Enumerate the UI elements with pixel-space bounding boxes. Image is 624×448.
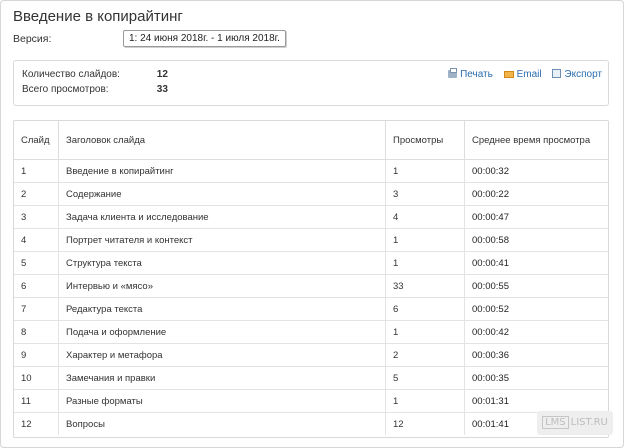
slide-number-cell: 2 (14, 182, 59, 206)
slide-title-cell: Редактура текста (58, 297, 386, 321)
table-row: 9 Характер и метафора 2 00:00:36 (14, 343, 608, 367)
table-row: 6 Интервью и «мясо» 33 00:00:55 (14, 274, 608, 298)
total-views-label: Всего просмотров: (22, 84, 109, 95)
views-cell: 1 (385, 228, 465, 252)
table-row: 4 Портрет читателя и контекст 1 00:00:58 (14, 228, 608, 252)
slide-title-cell: Содержание (58, 182, 386, 206)
table-row: 11 Разные форматы 1 00:01:31 (14, 389, 608, 413)
slide-number-cell: 1 (14, 159, 59, 183)
slide-title-cell: Подача и оформление (58, 320, 386, 344)
table-row: 2 Содержание 3 00:00:22 (14, 182, 608, 206)
views-cell: 12 (385, 412, 465, 435)
total-views-value: 33 (156, 84, 168, 95)
avg-time-cell: 00:00:55 (464, 274, 608, 298)
slide-count-label: Количество слайдов: (22, 69, 120, 80)
table-header-row: Слайд Заголовок слайда Просмотры Среднее… (14, 121, 608, 160)
views-cell: 5 (385, 366, 465, 390)
total-views-row: Всего просмотров: 33 (22, 84, 168, 95)
slide-title-cell: Структура текста (58, 251, 386, 275)
email-button[interactable]: Email (503, 69, 542, 80)
avg-time-cell: 00:01:31 (464, 389, 608, 413)
slide-number-cell: 4 (14, 228, 59, 252)
report-actions: Печать Email Экспорт (440, 68, 602, 80)
slide-title-cell: Интервью и «мясо» (58, 274, 386, 298)
slide-count-value: 12 (156, 69, 168, 80)
slide-number-cell: 3 (14, 205, 59, 229)
table-row: 5 Структура текста 1 00:00:41 (14, 251, 608, 275)
views-cell: 4 (385, 205, 465, 229)
email-label: Email (516, 69, 542, 80)
slide-number-cell: 10 (14, 366, 59, 390)
column-header-title[interactable]: Заголовок слайда (58, 121, 386, 160)
avg-time-cell: 00:00:47 (464, 205, 608, 229)
avg-time-cell: 00:00:41 (464, 251, 608, 275)
print-label: Печать (460, 69, 493, 80)
avg-time-cell: 00:00:58 (464, 228, 608, 252)
export-icon (552, 69, 562, 78)
views-cell: 1 (385, 389, 465, 413)
slide-title-cell: Характер и метафора (58, 343, 386, 367)
slide-title-cell: Разные форматы (58, 389, 386, 413)
slide-title-cell: Задача клиента и исследование (58, 205, 386, 229)
avg-time-cell: 00:00:22 (464, 182, 608, 206)
views-cell: 33 (385, 274, 465, 298)
watermark-suffix: LIST.RU (570, 417, 608, 428)
slide-title-cell: Вопросы (58, 412, 386, 435)
table-row: 1 Введение в копирайтинг 1 00:00:32 (14, 159, 608, 183)
views-cell: 1 (385, 320, 465, 344)
slide-number-cell: 7 (14, 297, 59, 321)
version-label: Версия: (13, 33, 52, 45)
print-button[interactable]: Печать (448, 68, 493, 80)
slide-number-cell: 5 (14, 251, 59, 275)
table-row: 3 Задача клиента и исследование 4 00:00:… (14, 205, 608, 229)
avg-time-cell: 00:00:36 (464, 343, 608, 367)
avg-time-cell: 00:00:42 (464, 320, 608, 344)
slide-title-cell: Портрет читателя и контекст (58, 228, 386, 252)
export-button[interactable]: Экспорт (552, 69, 602, 80)
views-cell: 1 (385, 159, 465, 183)
slide-title-cell: Замечания и правки (58, 366, 386, 390)
watermark-logo: LMS LIST.RU (537, 411, 613, 435)
export-label: Экспорт (564, 69, 602, 80)
slide-title-cell: Введение в копирайтинг (58, 159, 386, 183)
slide-number-cell: 8 (14, 320, 59, 344)
slide-number-cell: 12 (14, 412, 59, 435)
watermark-box-text: LMS (542, 416, 569, 429)
table-row: 12 Вопросы 12 00:01:41 (14, 412, 608, 435)
envelope-icon (503, 71, 514, 78)
views-cell: 6 (385, 297, 465, 321)
avg-time-cell: 00:00:52 (464, 297, 608, 321)
page-title: Введение в копирайтинг (13, 8, 183, 25)
slide-number-cell: 6 (14, 274, 59, 298)
avg-time-cell: 00:00:32 (464, 159, 608, 183)
printer-icon (448, 68, 458, 78)
table-row: 10 Замечания и правки 5 00:00:35 (14, 366, 608, 390)
views-cell: 3 (385, 182, 465, 206)
column-header-views[interactable]: Просмотры (385, 121, 465, 160)
column-header-avg-time[interactable]: Среднее время просмотра (464, 121, 608, 160)
version-select[interactable]: 1: 24 июня 2018г. - 1 июля 2018г. (123, 30, 286, 47)
column-header-slide[interactable]: Слайд (14, 121, 59, 160)
views-cell: 2 (385, 343, 465, 367)
slide-number-cell: 9 (14, 343, 59, 367)
avg-time-cell: 00:00:35 (464, 366, 608, 390)
table-row: 8 Подача и оформление 1 00:00:42 (14, 320, 608, 344)
table-row: 7 Редактура текста 6 00:00:52 (14, 297, 608, 321)
summary-box: Количество слайдов: 12 Всего просмотров:… (13, 60, 609, 106)
views-cell: 1 (385, 251, 465, 275)
slides-table: Слайд Заголовок слайда Просмотры Среднее… (13, 120, 609, 438)
slide-number-cell: 11 (14, 389, 59, 413)
slide-count-row: Количество слайдов: 12 (22, 69, 168, 80)
